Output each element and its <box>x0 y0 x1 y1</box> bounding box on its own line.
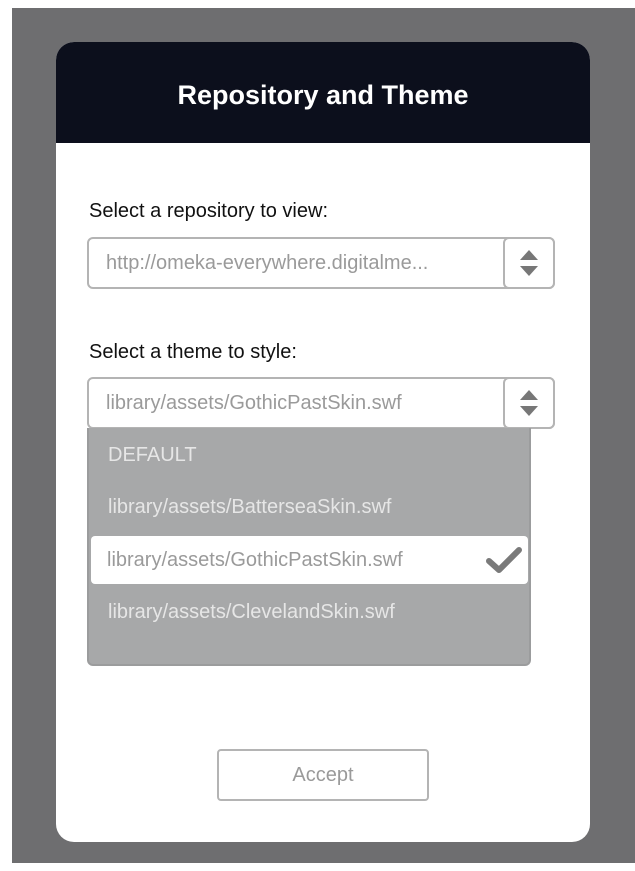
arrow-up-icon <box>520 250 538 260</box>
checkmark-icon <box>486 547 522 573</box>
theme-spinner[interactable] <box>503 377 555 429</box>
repository-select-value: http://omeka-everywhere.digitalme... <box>106 252 429 274</box>
repository-select[interactable]: http://omeka-everywhere.digitalme... <box>87 237 555 289</box>
repository-label: Select a repository to view: <box>89 200 328 222</box>
theme-option-label: library/assets/GothicPastSkin.swf <box>107 549 403 571</box>
theme-select-value: library/assets/GothicPastSkin.swf <box>106 392 402 414</box>
theme-dropdown-list: DEFAULT library/assets/BatterseaSkin.swf… <box>87 428 531 666</box>
arrow-down-icon <box>520 266 538 276</box>
dialog-header: Repository and Theme <box>56 42 590 143</box>
arrow-up-icon <box>520 390 538 400</box>
theme-option-battersea[interactable]: library/assets/BatterseaSkin.swf <box>89 483 529 531</box>
theme-select[interactable]: library/assets/GothicPastSkin.swf <box>87 377 555 429</box>
theme-option-cleveland[interactable]: library/assets/ClevelandSkin.swf <box>89 588 529 636</box>
repository-theme-dialog: Repository and Theme Select a repository… <box>56 42 590 842</box>
arrow-down-icon <box>520 406 538 416</box>
theme-label: Select a theme to style: <box>89 341 297 363</box>
theme-option-gothicpast[interactable]: library/assets/GothicPastSkin.swf <box>91 536 528 584</box>
repository-spinner[interactable] <box>503 237 555 289</box>
dialog-title: Repository and Theme <box>177 80 469 110</box>
theme-option-default[interactable]: DEFAULT <box>89 431 529 479</box>
accept-button[interactable]: Accept <box>217 749 429 801</box>
